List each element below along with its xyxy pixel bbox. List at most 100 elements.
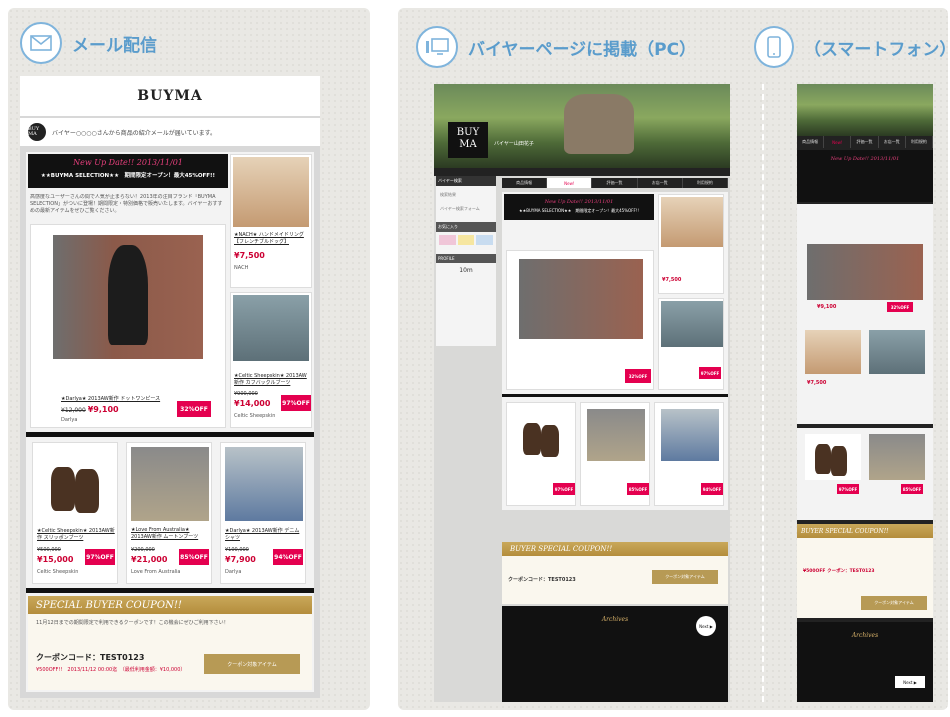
product-card-slipon[interactable]: ★Celtic Sheepskin★ 2013AW新作 スリッポンブーツ ¥50…	[32, 442, 118, 584]
next-button[interactable]: Next ▶	[895, 676, 925, 688]
tab-terms[interactable]: 利用規約	[683, 178, 729, 188]
side-heading: バイヤー検索	[436, 176, 496, 186]
tab-info[interactable]: 商品情報	[502, 178, 548, 188]
ring-photo[interactable]	[661, 197, 723, 247]
tab-shops[interactable]: お店一覧	[638, 178, 683, 188]
boots-photo[interactable]	[869, 330, 925, 374]
product-card-ring[interactable]: ★NACH★ ハンドメイドリング【フレンチブルドッグ】 ¥7,500 NACH	[230, 154, 312, 288]
coupon-code: クーポンコード：TEST0123	[36, 653, 145, 662]
pc-content: New Up Date!! 2013/11/01 ★★BUYMA SELECTI…	[502, 192, 728, 510]
orig-price: ¥100,000	[225, 547, 249, 553]
product-card-boots[interactable]: ★Celtic Sheepskin★ 2013AW新作 カフバックルブーツ ¥9…	[230, 292, 312, 428]
pc-product-slipon[interactable]: 97%OFF	[506, 402, 576, 506]
product-name[interactable]: ★Darlya★ 2013AW新作 デニムシャツ	[225, 527, 303, 541]
pc-title: バイヤーページに掲載（PC）	[468, 39, 697, 60]
denim-photo[interactable]	[661, 409, 719, 461]
slipon-photo[interactable]	[513, 409, 571, 461]
pc-logo[interactable]: BUY MA	[448, 122, 488, 158]
pc-archives: Archives Next ▶	[502, 606, 728, 702]
slipon-photo[interactable]	[805, 434, 861, 480]
denim-photo[interactable]	[225, 447, 303, 521]
tab-info[interactable]: 商品情報	[797, 136, 825, 148]
pc-product-main[interactable]: 32%OFF	[506, 250, 654, 390]
coupon-note: 11月12日までの期間限定で利用できるクーポンです！この機会にぜひご利用下さい！	[36, 620, 229, 626]
side-item[interactable]: 検索結果	[436, 186, 496, 204]
boots-photo[interactable]	[233, 295, 309, 361]
smartphone-icon	[754, 26, 794, 68]
banner-script: New Up Date!! 2013/11/01	[544, 199, 614, 205]
archives-title: Archives	[601, 616, 629, 623]
pc-coupon-button[interactable]: クーポン対象アイテム	[652, 570, 718, 584]
mouton-photo[interactable]	[131, 447, 209, 521]
mail-header: メール配信	[20, 22, 157, 64]
discount-badge: 97%OFF	[281, 395, 311, 411]
product-card-main[interactable]: ★Darlya★ 2013AW新作 ドットワンピース ¥12,000 ¥9,10…	[30, 224, 226, 428]
divider	[26, 432, 314, 437]
product-card-denim[interactable]: ★Darlya★ 2013AW新作 デニムシャツ ¥100,000 ¥7,900…	[220, 442, 306, 584]
mouton-photo[interactable]	[587, 409, 645, 461]
product-name[interactable]: ★NACH★ ハンドメイドリング【フレンチブルドッグ】	[234, 231, 310, 245]
orig-price: ¥12,000	[61, 407, 86, 414]
tab-new[interactable]: New!	[547, 178, 593, 188]
tab-reviews[interactable]: 評価一覧	[851, 136, 879, 148]
sp-banner: New Up Date!! 2013/11/01	[797, 150, 933, 202]
monitor-icon	[416, 26, 458, 68]
mouton-photo[interactable]	[869, 434, 925, 480]
product-name[interactable]: ★Celtic Sheepskin★ 2013AW新作 スリッポンブーツ	[37, 527, 115, 541]
sp-title: （スマートフォン）	[803, 39, 950, 60]
pc-strip	[434, 168, 730, 176]
tab-new[interactable]: New!	[824, 136, 852, 148]
product-photo[interactable]	[519, 259, 643, 339]
dress-figure	[108, 245, 148, 345]
product-name[interactable]: ★Love From Australia★ 2013AW新作 ムートンブーツ	[131, 527, 209, 540]
sale-price: ¥21,000	[131, 555, 168, 564]
pc-product-denim[interactable]: 94%OFF	[654, 402, 724, 506]
email-intro: 高感度なユーザーさんの間で人気が止まらない！2013年の注目ブランド「BUYMA…	[30, 194, 223, 214]
shop-name: Darlya	[61, 417, 78, 423]
discount-badge: 94%OFF	[273, 549, 303, 565]
pc-product-mouton[interactable]: 85%OFF	[580, 402, 650, 506]
product-name[interactable]: ★Celtic Sheepskin★ 2013AW新作 カフバックルブーツ	[234, 373, 310, 386]
sender-line[interactable]: バイヤー○○○○さんから商品の紹介メールが届いています。	[52, 128, 216, 137]
pc-page-preview: BUY MA バイヤー山田花子 バイヤー検索 検索結果 バイヤー検索フォーム お…	[434, 84, 730, 702]
tab-terms[interactable]: 利用規約	[906, 136, 933, 148]
orig-price: ¥200,000	[131, 547, 155, 553]
pc-coupon-code: クーポンコード：TEST0123	[508, 577, 576, 583]
sp-coupon-button[interactable]: クーポン対象アイテム	[861, 596, 927, 610]
shop-name: Darlya	[225, 569, 242, 575]
pc-product-boots[interactable]: 97%OFF	[658, 298, 724, 390]
tab-shops[interactable]: お店一覧	[879, 136, 906, 148]
boots-visual	[564, 94, 634, 154]
next-button[interactable]: Next ▶	[696, 616, 716, 636]
sp-coupon-heading: BUYER SPECIAL COUPON!!	[797, 524, 933, 538]
mail-title: メール配信	[72, 35, 157, 56]
ring-photo[interactable]	[233, 157, 309, 227]
coupon-items-button[interactable]: クーポン対象アイテム	[204, 654, 300, 674]
product-card-mouton[interactable]: ★Love From Australia★ 2013AW新作 ムートンブーツ ¥…	[126, 442, 212, 584]
email-brand: BUYMA	[20, 76, 320, 116]
pc-coupon-heading: BUYER SPECIAL COUPON!!	[502, 542, 728, 556]
side-item[interactable]: バイヤー検索フォーム	[436, 204, 496, 214]
discount-badge: 97%OFF	[85, 549, 115, 565]
sp-page-preview: 商品情報 New! 評価一覧 お店一覧 利用規約 New Up Date!! 2…	[797, 84, 933, 702]
discount-badge: 97%OFF	[553, 483, 575, 495]
side-heading: お気に入り	[436, 222, 496, 232]
ring-photo[interactable]	[805, 330, 861, 374]
orig-price: ¥900,000	[234, 391, 258, 397]
slipon-photo[interactable]	[37, 447, 115, 521]
pc-buyer-name: バイヤー山田花子	[494, 141, 534, 147]
product-photo[interactable]	[807, 244, 923, 300]
tab-reviews[interactable]: 評価一覧	[592, 178, 638, 188]
sp-header: （スマートフォン）	[754, 26, 950, 68]
sale-price: ¥14,000	[234, 399, 271, 408]
sp-hero-image	[797, 84, 933, 136]
discount-badge: 32%OFF	[887, 302, 913, 312]
product-photo[interactable]	[53, 235, 203, 359]
pc-product-ring[interactable]: ¥7,500	[658, 194, 724, 294]
boots-photo[interactable]	[661, 301, 723, 347]
banner-script: New Up Date!! 2013/11/01	[830, 156, 900, 162]
sale-price: ¥15,000	[37, 555, 74, 564]
sale-price: ¥9,100	[87, 405, 119, 414]
sale-price: ¥7,500	[234, 251, 265, 260]
sale-price: ¥7,900	[225, 555, 256, 564]
